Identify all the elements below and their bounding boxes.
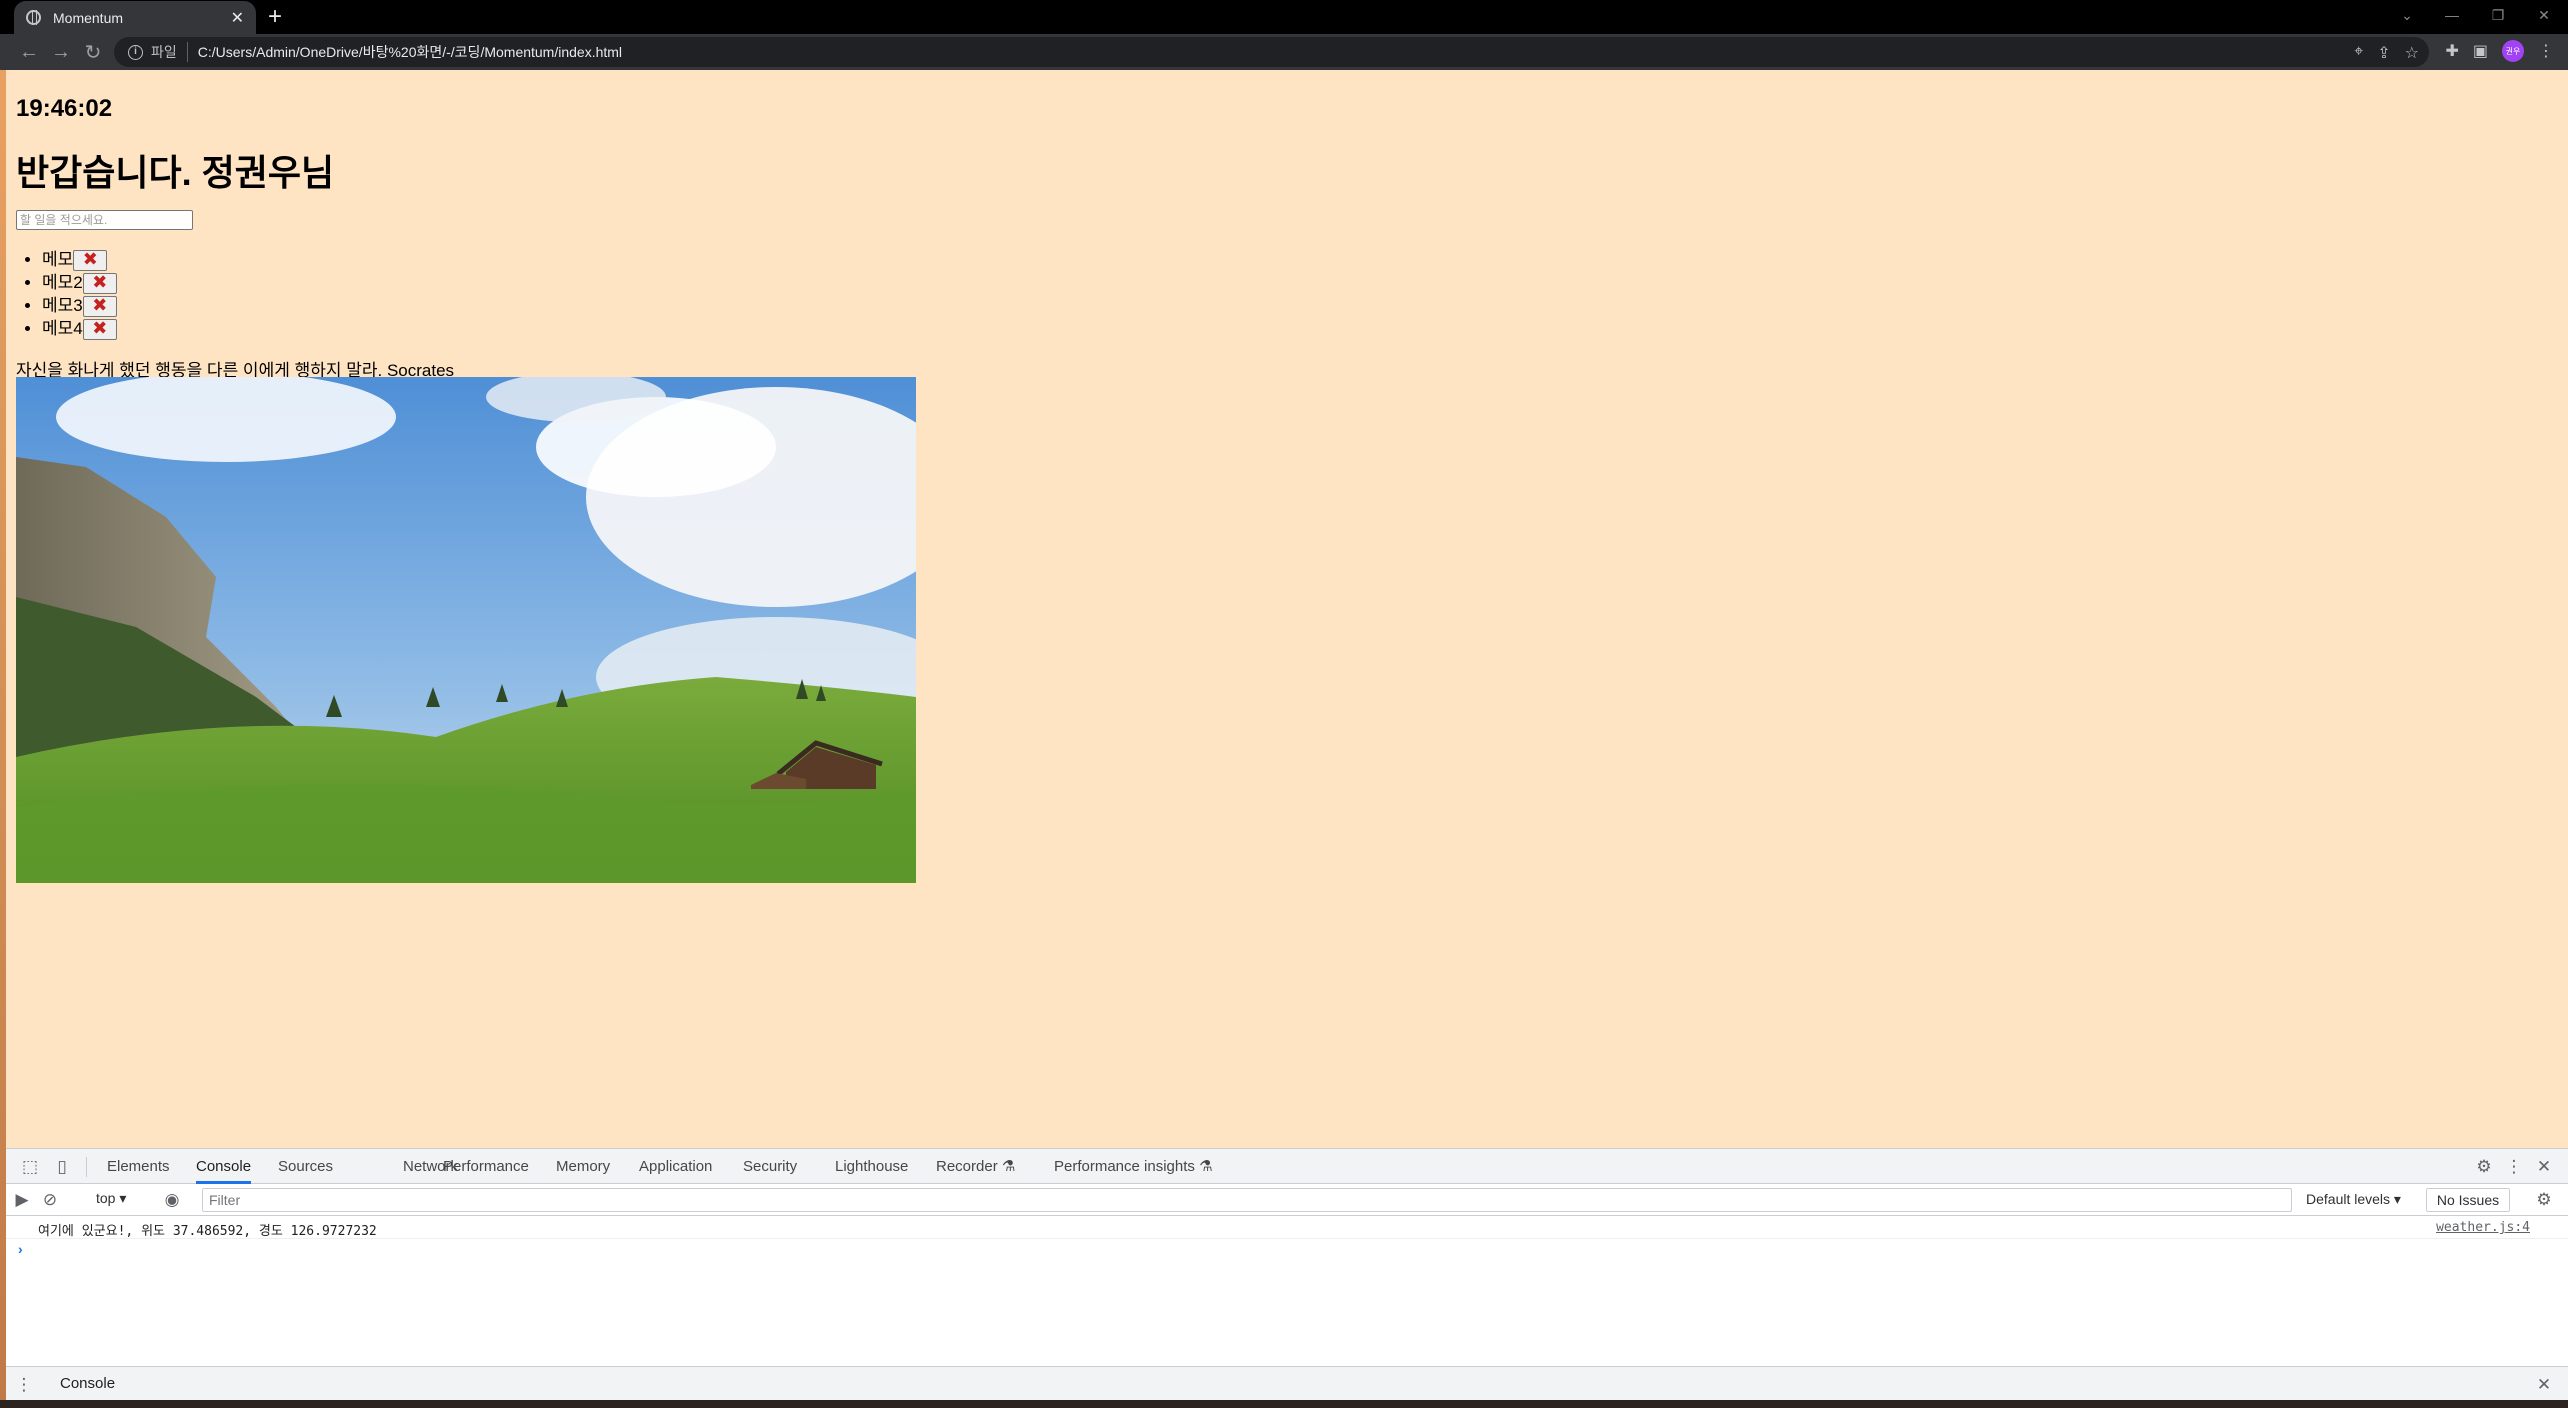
extensions-icon[interactable]: ✚ xyxy=(2445,41,2458,61)
divider xyxy=(86,1157,87,1177)
back-icon[interactable]: ← xyxy=(16,40,42,64)
close-drawer-icon[interactable]: ✕ xyxy=(2532,1373,2556,1397)
tab-memory[interactable]: Memory xyxy=(556,1149,610,1184)
clock: 19:46:02 xyxy=(16,95,113,122)
tab-performance-insights[interactable]: Performance insights ⚗ xyxy=(1054,1149,1213,1184)
tab-sources[interactable]: Sources xyxy=(278,1149,333,1184)
delete-todo-button[interactable]: ✖ xyxy=(82,318,117,341)
device-toolbar-icon[interactable]: ▯ xyxy=(50,1155,74,1179)
close-icon: ✖ xyxy=(92,295,108,316)
browser-tab[interactable]: Momentum ✕ xyxy=(14,1,256,34)
log-message: 여기에 있군요!, 위도 37.486592, 경도 126.9727232 xyxy=(38,1224,377,1239)
eye-icon[interactable]: ◉ xyxy=(160,1188,184,1212)
info-icon[interactable]: i xyxy=(128,44,143,60)
new-tab-button[interactable]: + xyxy=(268,4,282,30)
tab-title: Momentum xyxy=(53,9,124,26)
page-viewport: 19:46:02 반갑습니다. 정권우님 메모✖ 메모2✖ 메모3✖ 메모4✖ … xyxy=(6,70,2568,1148)
tab-lighthouse[interactable]: Lighthouse xyxy=(835,1149,908,1184)
restore-button[interactable]: ❐ xyxy=(2476,0,2520,30)
location-icon[interactable]: ⌖ xyxy=(2354,43,2363,63)
todo-list: 메모 ✖ 메모2 ✖ 메모3 ✖ 메모4 ✖ xyxy=(42,248,117,341)
bookmark-star-icon[interactable]: ☆ xyxy=(2405,43,2419,63)
landscape-image xyxy=(16,377,916,883)
list-item: 메모3 ✖ xyxy=(42,294,117,318)
todo-input[interactable] xyxy=(16,210,193,230)
taskbar-strip xyxy=(0,1400,2568,1408)
todo-text: 메모2 xyxy=(42,273,83,292)
list-item: 메모2 ✖ xyxy=(42,271,117,295)
tab-application[interactable]: Application xyxy=(639,1149,712,1184)
settings-gear-icon[interactable]: ⚙ xyxy=(2472,1155,2496,1179)
clear-console-icon[interactable]: ⊘ xyxy=(38,1188,62,1212)
tab-search-icon[interactable]: ⌄ xyxy=(2385,0,2429,30)
menu-kebab-icon[interactable]: ⋮ xyxy=(2538,41,2554,61)
log-levels-dropdown[interactable]: Default levels ▾ xyxy=(2306,1191,2401,1208)
console-settings-icon[interactable]: ⚙ xyxy=(2532,1188,2556,1212)
close-window-button[interactable]: ✕ xyxy=(2522,0,2566,30)
devtools-menu-icon[interactable]: ⋮ xyxy=(2502,1155,2526,1179)
url-text[interactable]: C:/Users/Admin/OneDrive/바탕%20화면/-/코딩/Mom… xyxy=(198,42,622,62)
issues-button[interactable]: No Issues xyxy=(2426,1188,2510,1212)
context-selector[interactable]: top ▾ xyxy=(96,1190,126,1207)
todo-text: 메모4 xyxy=(42,319,83,338)
tab-recorder[interactable]: Recorder ⚗ xyxy=(936,1149,1015,1184)
list-item: 메모 ✖ xyxy=(42,248,117,272)
close-icon: ✖ xyxy=(92,272,108,293)
tab-elements[interactable]: Elements xyxy=(107,1149,170,1184)
greeting-heading: 반갑습니다. 정권우님 xyxy=(16,152,335,193)
sidebar-toggle-icon[interactable]: ▶ xyxy=(10,1188,34,1212)
share-icon[interactable]: ⇪ xyxy=(2377,43,2390,63)
globe-icon xyxy=(26,10,41,25)
drawer-menu-icon[interactable]: ⋮ xyxy=(12,1373,36,1397)
browser-toolbar: ← → ↻ i 파일 C:/Users/Admin/OneDrive/바탕%20… xyxy=(0,34,2568,70)
devtools-panel: ⬚ ▯ Elements Console Sources Network Per… xyxy=(6,1148,2568,1408)
tab-strip: Momentum ✕ + ⌄ — ❐ ✕ xyxy=(0,0,2568,34)
tab-close-button[interactable]: ✕ xyxy=(231,8,244,28)
drawer-tab-console[interactable]: Console xyxy=(46,1367,130,1403)
tab-security[interactable]: Security xyxy=(743,1149,797,1184)
tab-performance[interactable]: Performance xyxy=(443,1149,529,1184)
console-toolbar: ▶ ⊘ top ▾ ◉ Default levels ▾ No Issues ⚙ xyxy=(6,1184,2568,1216)
log-source-link[interactable]: weather.js:4 xyxy=(2436,1220,2530,1235)
side-panel-icon[interactable]: ▣ xyxy=(2473,41,2488,61)
list-item: 메모4 ✖ xyxy=(42,317,117,341)
console-prompt[interactable]: › xyxy=(18,1241,23,1257)
filter-input[interactable] xyxy=(202,1188,2292,1212)
devtools-drawer: ⋮ Console ✕ xyxy=(6,1366,2568,1403)
todo-text: 메모3 xyxy=(42,296,83,315)
forward-icon[interactable]: → xyxy=(48,40,74,64)
delete-todo-button[interactable]: ✖ xyxy=(73,249,108,272)
reload-icon[interactable]: ↻ xyxy=(80,40,106,64)
devtools-tabbar: ⬚ ▯ Elements Console Sources Network Per… xyxy=(6,1149,2568,1184)
delete-todo-button[interactable]: ✖ xyxy=(82,272,117,295)
protocol-label: 파일 xyxy=(151,42,188,62)
tab-console[interactable]: Console xyxy=(196,1149,252,1184)
close-devtools-icon[interactable]: ✕ xyxy=(2532,1155,2556,1179)
close-icon: ✖ xyxy=(92,318,108,339)
todo-text: 메모 xyxy=(42,250,74,269)
address-bar[interactable]: i 파일 C:/Users/Admin/OneDrive/바탕%20화면/-/코… xyxy=(114,37,2429,67)
delete-todo-button[interactable]: ✖ xyxy=(82,295,117,318)
console-log-row: 여기에 있군요!, 위도 37.486592, 경도 126.9727232 w… xyxy=(6,1217,2568,1239)
minimize-button[interactable]: — xyxy=(2430,0,2474,30)
inspect-element-icon[interactable]: ⬚ xyxy=(18,1155,42,1179)
avatar[interactable]: 권우 xyxy=(2502,40,2524,62)
close-icon: ✖ xyxy=(82,249,98,270)
